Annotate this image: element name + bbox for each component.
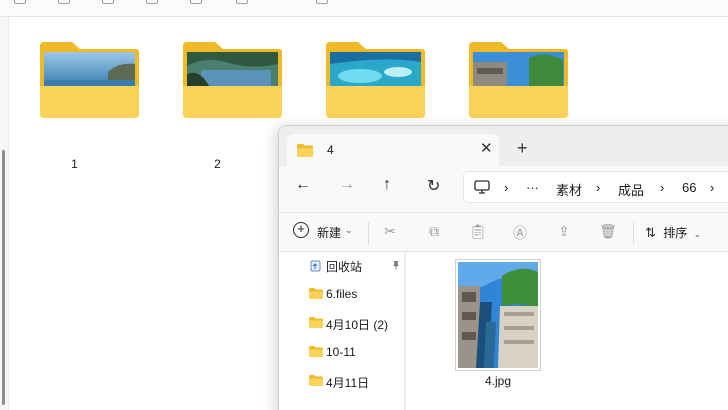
paste-icon[interactable]: 📋︎	[469, 223, 487, 241]
tab-4[interactable]: 4 ✕	[287, 134, 499, 166]
folder-icon	[297, 144, 313, 157]
scrollbar[interactable]	[2, 150, 5, 405]
folder-name: 1	[71, 157, 78, 171]
folder-tile[interactable]: 2	[166, 17, 286, 171]
folder-icon	[309, 346, 323, 357]
forward-arrow-icon[interactable]: →	[339, 176, 355, 194]
tab-title: 4	[327, 143, 334, 157]
up-arrow-icon[interactable]: ↑	[383, 176, 391, 194]
breadcrumb-chevron-icon[interactable]: ›	[660, 180, 664, 195]
share-icon[interactable]: ⇪	[555, 223, 573, 241]
rename-icon[interactable]: Ⓐ	[511, 223, 529, 241]
pin-icon[interactable]	[391, 260, 401, 270]
nav-item-label: 4月11日	[326, 376, 370, 390]
command-bar: + 新建 ⌄ ✂ ⧉ 📋︎ Ⓐ ⇪ 🗑︎ ⇅ 排序 ⌄	[279, 212, 728, 252]
breadcrumb-chevron-icon[interactable]: ›	[504, 180, 508, 195]
this-pc-icon	[474, 180, 490, 194]
navigation-pane: 回收站 6.files 4月10日 (2) 10-11 4月11日	[279, 252, 405, 410]
toolbar-icon[interactable]	[146, 0, 158, 4]
photo-folder-icon	[183, 42, 282, 118]
toolbar-icon[interactable]	[14, 0, 26, 4]
breadcrumb-item[interactable]: 66	[682, 180, 696, 195]
breadcrumb-chevron-icon[interactable]: ›	[596, 180, 600, 195]
divider	[633, 222, 634, 244]
divider	[368, 222, 369, 244]
folder-icon	[309, 317, 323, 328]
nav-item-label: 10-11	[326, 345, 356, 359]
image-thumbnail-icon	[458, 262, 538, 368]
folder-name: 2	[214, 157, 221, 171]
toolbar-icon[interactable]	[236, 0, 248, 4]
photo-folder-icon	[326, 42, 425, 118]
chevron-down-icon: ⌄	[693, 229, 702, 239]
navigation-bar: ← → ↑ ↻ › ··· 素材 › 成品 › 66 ›	[279, 166, 728, 212]
file-thumbnail[interactable]	[455, 259, 541, 371]
breadcrumb-chevron-icon[interactable]: ›	[710, 180, 714, 195]
address-bar[interactable]: › ··· 素材 › 成品 › 66 ›	[463, 171, 728, 203]
sort-icon: ⇅	[645, 225, 656, 240]
breadcrumb-item[interactable]: 素材	[556, 180, 582, 199]
sort-button[interactable]: ⇅ 排序 ⌄	[645, 224, 701, 241]
sort-button-label: 排序	[663, 226, 688, 240]
copy-icon[interactable]: ⧉	[425, 223, 443, 241]
nav-item-label: 4月10日 (2)	[326, 318, 389, 332]
refresh-icon[interactable]: ↻	[427, 176, 440, 196]
back-arrow-icon[interactable]: ←	[295, 176, 311, 194]
new-tab-icon[interactable]: +	[517, 138, 528, 159]
toolbar-icon[interactable]	[58, 0, 70, 4]
breadcrumb-item[interactable]: 成品	[618, 180, 644, 199]
toolbar-icon[interactable]	[102, 0, 114, 4]
delete-icon[interactable]: 🗑︎	[599, 223, 617, 241]
recycle-bin-icon	[310, 260, 321, 272]
new-button-label: 新建	[317, 226, 342, 240]
breadcrumb-more[interactable]: ···	[526, 180, 539, 195]
file-name: 4.jpg	[484, 374, 512, 388]
explorer-window: 4 ✕ + ← → ↑ ↻ › ··· 素材 › 成品 › 66 › + 新建 …	[278, 125, 728, 410]
chevron-down-icon: ⌄	[345, 225, 353, 235]
nav-item-label: 6.files	[326, 287, 358, 301]
toolbar-icon[interactable]	[316, 0, 328, 4]
tab-strip: 4 ✕ +	[279, 126, 728, 166]
plus-circle-icon: +	[293, 222, 309, 238]
nav-item-label: 回收站	[326, 260, 363, 274]
folder-tile[interactable]: 1	[23, 17, 143, 171]
photo-folder-icon	[40, 42, 139, 118]
folder-icon	[309, 375, 323, 386]
photo-folder-icon	[469, 42, 568, 118]
cut-icon[interactable]: ✂	[381, 223, 399, 241]
close-tab-icon[interactable]: ✕	[480, 139, 493, 157]
file-list: 4.jpg	[406, 252, 728, 410]
toolbar-icon[interactable]	[190, 0, 202, 4]
folder-icon	[309, 288, 323, 299]
background-toolbar	[0, 0, 728, 17]
